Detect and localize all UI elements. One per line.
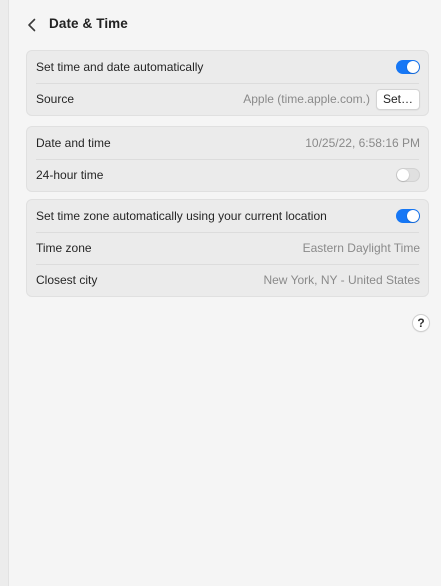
back-button[interactable] (23, 15, 41, 35)
auto-tz-toggle[interactable] (396, 209, 420, 223)
date-time-label: Date and time (36, 136, 111, 150)
hour24-label: 24-hour time (36, 168, 104, 182)
toggle-knob (407, 210, 419, 222)
date-time-value: 10/25/22, 6:58:16 PM (305, 136, 420, 150)
toggle-knob (407, 61, 419, 73)
date-time-group: Date and time 10/25/22, 6:58:16 PM 24-ho… (26, 126, 429, 192)
hour24-row: 24-hour time (27, 159, 428, 191)
time-zone-row: Time zone Eastern Daylight Time (27, 232, 428, 264)
header: Date & Time (9, 0, 441, 50)
set-auto-label: Set time and date automatically (36, 60, 204, 74)
time-zone-value: Eastern Daylight Time (302, 241, 420, 255)
set-auto-row: Set time and date automatically (27, 51, 428, 83)
closest-city-value: New York, NY - United States (263, 273, 420, 287)
auto-tz-label: Set time zone automatically using your c… (36, 209, 327, 223)
set-source-button[interactable]: Set… (375, 88, 420, 110)
set-auto-toggle[interactable] (396, 60, 420, 74)
toggle-knob (397, 169, 409, 181)
settings-window: Date & Time Set time and date automatica… (8, 0, 441, 586)
time-zone-label: Time zone (36, 241, 92, 255)
page-title: Date & Time (49, 16, 128, 31)
auto-tz-row: Set time zone automatically using your c… (27, 200, 428, 232)
chevron-left-icon (27, 18, 37, 32)
help-button[interactable]: ? (412, 314, 430, 332)
closest-city-row: Closest city New York, NY - United State… (27, 264, 428, 296)
closest-city-label: Closest city (36, 273, 98, 287)
source-value: Apple (time.apple.com.) (243, 92, 370, 106)
date-time-row: Date and time 10/25/22, 6:58:16 PM (27, 127, 428, 159)
automatic-time-group: Set time and date automatically Source A… (26, 50, 429, 116)
source-label: Source (36, 92, 75, 106)
source-row: Source Apple (time.apple.com.) Set… (27, 83, 428, 115)
hour24-toggle[interactable] (396, 168, 420, 182)
source-right: Apple (time.apple.com.) Set… (243, 88, 420, 110)
time-zone-group: Set time zone automatically using your c… (26, 199, 429, 297)
